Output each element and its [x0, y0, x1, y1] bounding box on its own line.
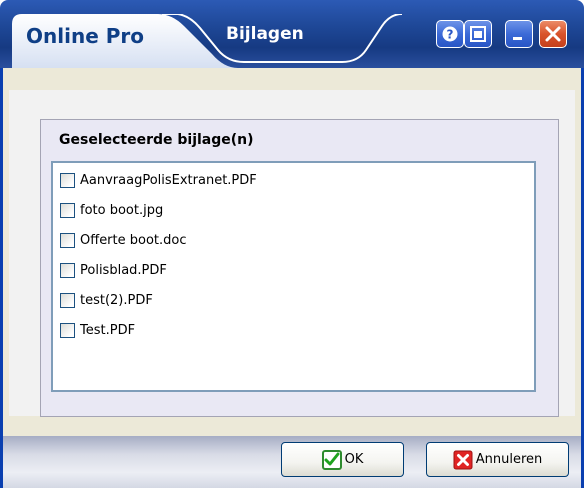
dialog-title: Bijlagen: [226, 24, 304, 44]
attachment-name: foto boot.jpg: [80, 202, 164, 218]
close-button[interactable]: [539, 20, 567, 48]
red-x-icon: [453, 450, 473, 469]
list-item[interactable]: AanvraagPolisExtranet.PDF: [60, 169, 257, 191]
ok-label: OK: [344, 452, 364, 467]
cancel-button[interactable]: Annuleren: [426, 442, 569, 477]
attachment-checkbox[interactable]: [60, 262, 75, 278]
ok-button[interactable]: OK: [281, 442, 404, 477]
attachment-name: test(2).PDF: [80, 292, 153, 308]
restore-icon: [470, 26, 486, 42]
restore-button[interactable]: [464, 20, 492, 48]
help-icon: ?: [442, 26, 458, 42]
list-item[interactable]: test(2).PDF: [60, 289, 153, 311]
dialog-body: Geselecteerde bijlage(n) AanvraagPolisEx…: [0, 68, 584, 488]
green-check-icon: [321, 449, 342, 470]
selected-attachments-group: Geselecteerde bijlage(n) AanvraagPolisEx…: [40, 119, 559, 417]
attachment-checkbox[interactable]: [60, 172, 75, 188]
close-icon: [545, 26, 561, 42]
attachment-name: Offerte boot.doc: [80, 232, 187, 248]
list-item[interactable]: Test.PDF: [60, 319, 135, 341]
minimize-icon: [513, 37, 522, 40]
attachment-checkbox[interactable]: [60, 322, 75, 338]
attachment-name: Polisblad.PDF: [80, 262, 167, 278]
cancel-label: Annuleren: [475, 452, 543, 467]
attachment-name: Test.PDF: [80, 322, 136, 338]
attachment-name: AanvraagPolisExtranet.PDF: [80, 172, 257, 188]
list-item[interactable]: Polisblad.PDF: [60, 259, 167, 281]
group-title: Geselecteerde bijlage(n): [59, 132, 254, 148]
attachments-list[interactable]: AanvraagPolisExtranet.PDF foto boot.jpg …: [51, 161, 536, 392]
attachment-checkbox[interactable]: [60, 202, 75, 218]
attachments-dialog: Online Pro Bijlagen ? Geselecteerde bijl…: [0, 0, 584, 488]
svg-text:?: ?: [447, 28, 454, 42]
title-bar[interactable]: Online Pro Bijlagen ?: [0, 0, 584, 68]
list-item[interactable]: foto boot.jpg: [60, 199, 163, 221]
app-name: Online Pro: [26, 24, 144, 48]
help-button[interactable]: ?: [436, 20, 464, 48]
content-area: Geselecteerde bijlage(n) AanvraagPolisEx…: [9, 90, 575, 417]
attachment-checkbox[interactable]: [60, 292, 75, 308]
minimize-button[interactable]: [505, 20, 533, 48]
attachment-checkbox[interactable]: [60, 232, 75, 248]
list-item[interactable]: Offerte boot.doc: [60, 229, 187, 251]
